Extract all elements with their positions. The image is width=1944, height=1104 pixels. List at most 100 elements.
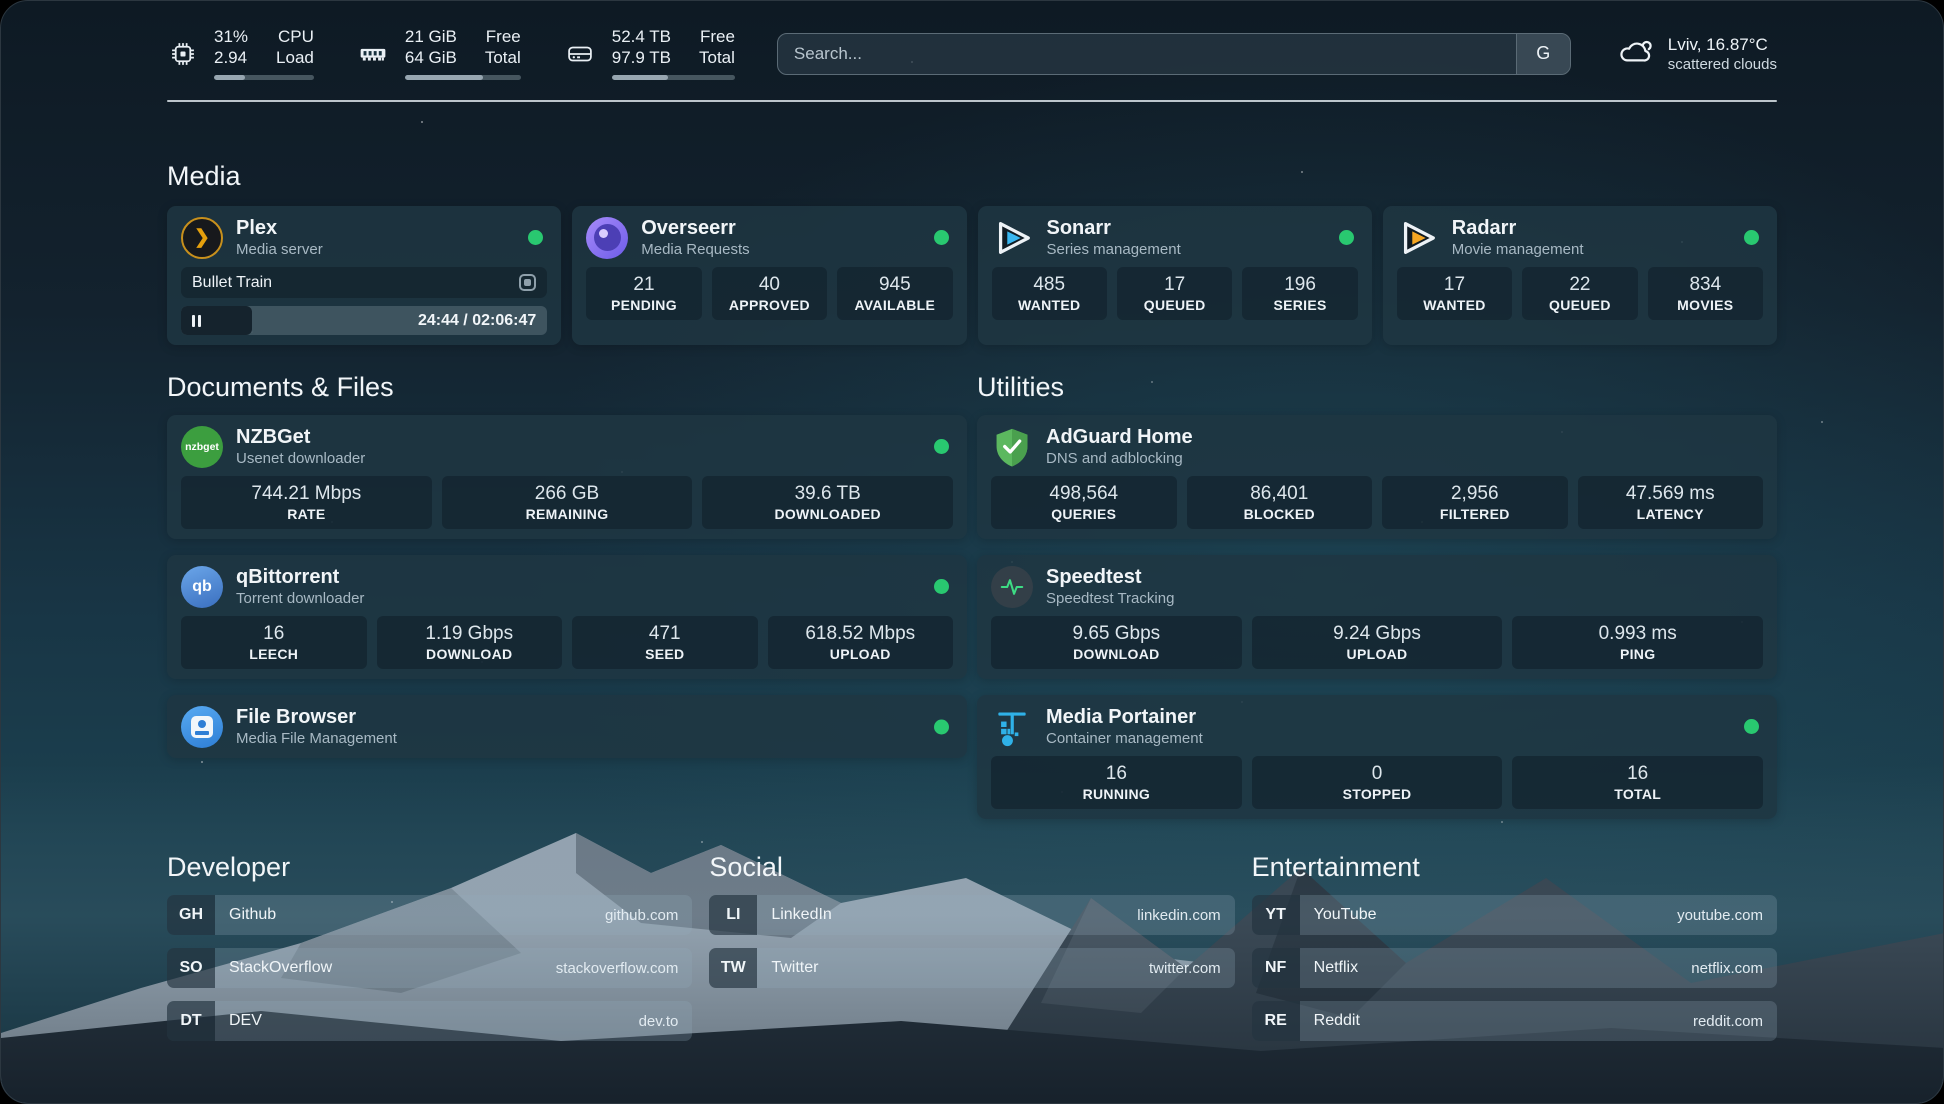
bookmark-linkedin[interactable]: LI LinkedIn linkedin.com	[709, 895, 1234, 935]
bookmark-column-entertainment: Entertainment YT YouTube youtube.com NF …	[1252, 851, 1777, 1054]
stat-running: 16 RUNNING	[991, 756, 1242, 809]
stat-value: 196	[1246, 273, 1353, 296]
stat-label: SERIES	[1246, 296, 1353, 314]
stat-value: 9.24 Gbps	[1256, 622, 1499, 645]
stat-value: 744.21 Mbps	[185, 482, 428, 505]
overseerr-icon	[586, 217, 628, 259]
stat-value: 86,401	[1191, 482, 1369, 505]
stat-value: 2,956	[1386, 482, 1564, 505]
nzbget-icon: nzbget	[181, 426, 223, 468]
stat-label: APPROVED	[716, 296, 823, 314]
bookmark-url: reddit.com	[1693, 1013, 1763, 1030]
stat-value: 22	[1526, 273, 1633, 296]
app-card-sonarr[interactable]: Sonarr Series management 485 WANTED 17 Q…	[978, 206, 1372, 345]
stat-label: SEED	[576, 645, 754, 663]
section-title-social: Social	[709, 851, 1234, 883]
bookmark-column-developer: Developer GH Github github.com SO StackO…	[167, 851, 692, 1054]
stat-filtered: 2,956 FILTERED	[1382, 476, 1568, 529]
stat-value: 16	[995, 762, 1238, 785]
top-divider	[167, 100, 1777, 102]
bookmark-twitter[interactable]: TW Twitter twitter.com	[709, 948, 1234, 988]
stat-upload: 9.24 Gbps UPLOAD	[1252, 616, 1503, 669]
stat-queued: 22 QUEUED	[1522, 267, 1637, 320]
stat-value: 9.65 Gbps	[995, 622, 1238, 645]
stat-total: 16 TOTAL	[1512, 756, 1763, 809]
stat-upload: 618.52 Mbps UPLOAD	[768, 616, 954, 669]
app-name: Plex	[236, 216, 323, 240]
app-name: File Browser	[236, 705, 397, 729]
stat-queued: 17 QUEUED	[1117, 267, 1232, 320]
stat-series: 196 SERIES	[1242, 267, 1357, 320]
stat-label: REMAINING	[446, 505, 689, 523]
app-card-qbittorrent[interactable]: qb qBittorrent Torrent downloader 16 LEE…	[167, 555, 967, 679]
app-card-adguard[interactable]: AdGuard Home DNS and adblocking 498,564 …	[977, 415, 1777, 539]
stat-value: 39.6 TB	[706, 482, 949, 505]
bookmark-url: dev.to	[639, 1013, 679, 1030]
app-name: Radarr	[1452, 216, 1584, 240]
adguard-icon	[991, 426, 1033, 468]
stat-value: 1.19 Gbps	[381, 622, 559, 645]
portainer-icon	[991, 706, 1033, 748]
bookmark-name: DEV	[229, 1012, 262, 1030]
weather-location-temp: Lviv, 16.87°C	[1668, 34, 1777, 55]
stat-value: 498,564	[995, 482, 1173, 505]
stat-value: 0.993 ms	[1516, 622, 1759, 645]
search-engine-button[interactable]: G	[1516, 34, 1570, 74]
cpu-load-label: Load	[276, 48, 314, 68]
app-card-nzbget[interactable]: nzbget NZBGet Usenet downloader 744.21 M…	[167, 415, 967, 539]
dashboard-window: 31% CPU 2.94 Load	[0, 0, 1944, 1104]
weather-condition: scattered clouds	[1668, 55, 1777, 74]
bookmark-youtube[interactable]: YT YouTube youtube.com	[1252, 895, 1777, 935]
bookmark-reddit[interactable]: RE Reddit reddit.com	[1252, 1001, 1777, 1041]
bookmark-abbr: RE	[1252, 1001, 1300, 1041]
section-title-entertainment: Entertainment	[1252, 851, 1777, 883]
memory-progress-bar	[405, 75, 521, 80]
cpu-label: CPU	[276, 27, 314, 47]
bookmark-stackoverflow[interactable]: SO StackOverflow stackoverflow.com	[167, 948, 692, 988]
bookmark-abbr: YT	[1252, 895, 1300, 935]
bookmark-github[interactable]: GH Github github.com	[167, 895, 692, 935]
stat-value: 17	[1121, 273, 1228, 296]
playback-time: 24:44 / 02:06:47	[418, 306, 536, 335]
bookmark-name: StackOverflow	[229, 959, 332, 977]
app-description: Container management	[1046, 729, 1203, 748]
media-card-grid: ❯ Plex Media server Bullet Train 24:44 /…	[167, 206, 1777, 345]
stat-label: DOWNLOADED	[706, 505, 949, 523]
stat-label: LEECH	[185, 645, 363, 663]
disk-free-value: 52.4 TB	[612, 27, 671, 47]
bookmark-netflix[interactable]: NF Netflix netflix.com	[1252, 948, 1777, 988]
top-bar: 31% CPU 2.94 Load	[167, 1, 1777, 80]
bookmark-dev[interactable]: DT DEV dev.to	[167, 1001, 692, 1041]
stat-label: PENDING	[590, 296, 697, 314]
radarr-icon	[1397, 217, 1439, 259]
pause-button[interactable]	[192, 315, 201, 327]
app-card-overseerr[interactable]: Overseerr Media Requests 21 PENDING 40 A…	[572, 206, 966, 345]
disk-progress-fill	[612, 75, 669, 80]
app-card-portainer[interactable]: Media Portainer Container management 16 …	[977, 695, 1777, 819]
app-description: Movie management	[1452, 240, 1584, 259]
app-description: Usenet downloader	[236, 449, 365, 468]
stat-seed: 471 SEED	[572, 616, 758, 669]
status-online-dot	[934, 579, 949, 594]
app-card-radarr[interactable]: Radarr Movie management 17 WANTED 22 QUE…	[1383, 206, 1777, 345]
status-online-dot	[1339, 230, 1354, 245]
bookmark-name: Netflix	[1314, 959, 1358, 977]
app-card-plex[interactable]: ❯ Plex Media server Bullet Train 24:44 /…	[167, 206, 561, 345]
disk-free-label: Free	[699, 27, 735, 47]
search-bar: G	[777, 33, 1571, 75]
stat-label: DOWNLOAD	[995, 645, 1238, 663]
stat-ping: 0.993 ms PING	[1512, 616, 1763, 669]
ram-icon	[356, 38, 390, 70]
stat-label: STOPPED	[1256, 785, 1499, 803]
app-card-speedtest[interactable]: Speedtest Speedtest Tracking 9.65 Gbps D…	[977, 555, 1777, 679]
search-input[interactable]	[778, 34, 1516, 74]
status-online-dot	[934, 230, 949, 245]
playback-progress-fill	[181, 306, 252, 335]
app-name: NZBGet	[236, 425, 365, 449]
cpu-load-value: 2.94	[214, 48, 248, 68]
disk-total-value: 97.9 TB	[612, 48, 671, 68]
stat-wanted: 17 WANTED	[1397, 267, 1512, 320]
bookmark-name: Twitter	[771, 959, 818, 977]
stat-value: 16	[185, 622, 363, 645]
app-card-filebrowser[interactable]: File Browser Media File Management	[167, 695, 967, 758]
